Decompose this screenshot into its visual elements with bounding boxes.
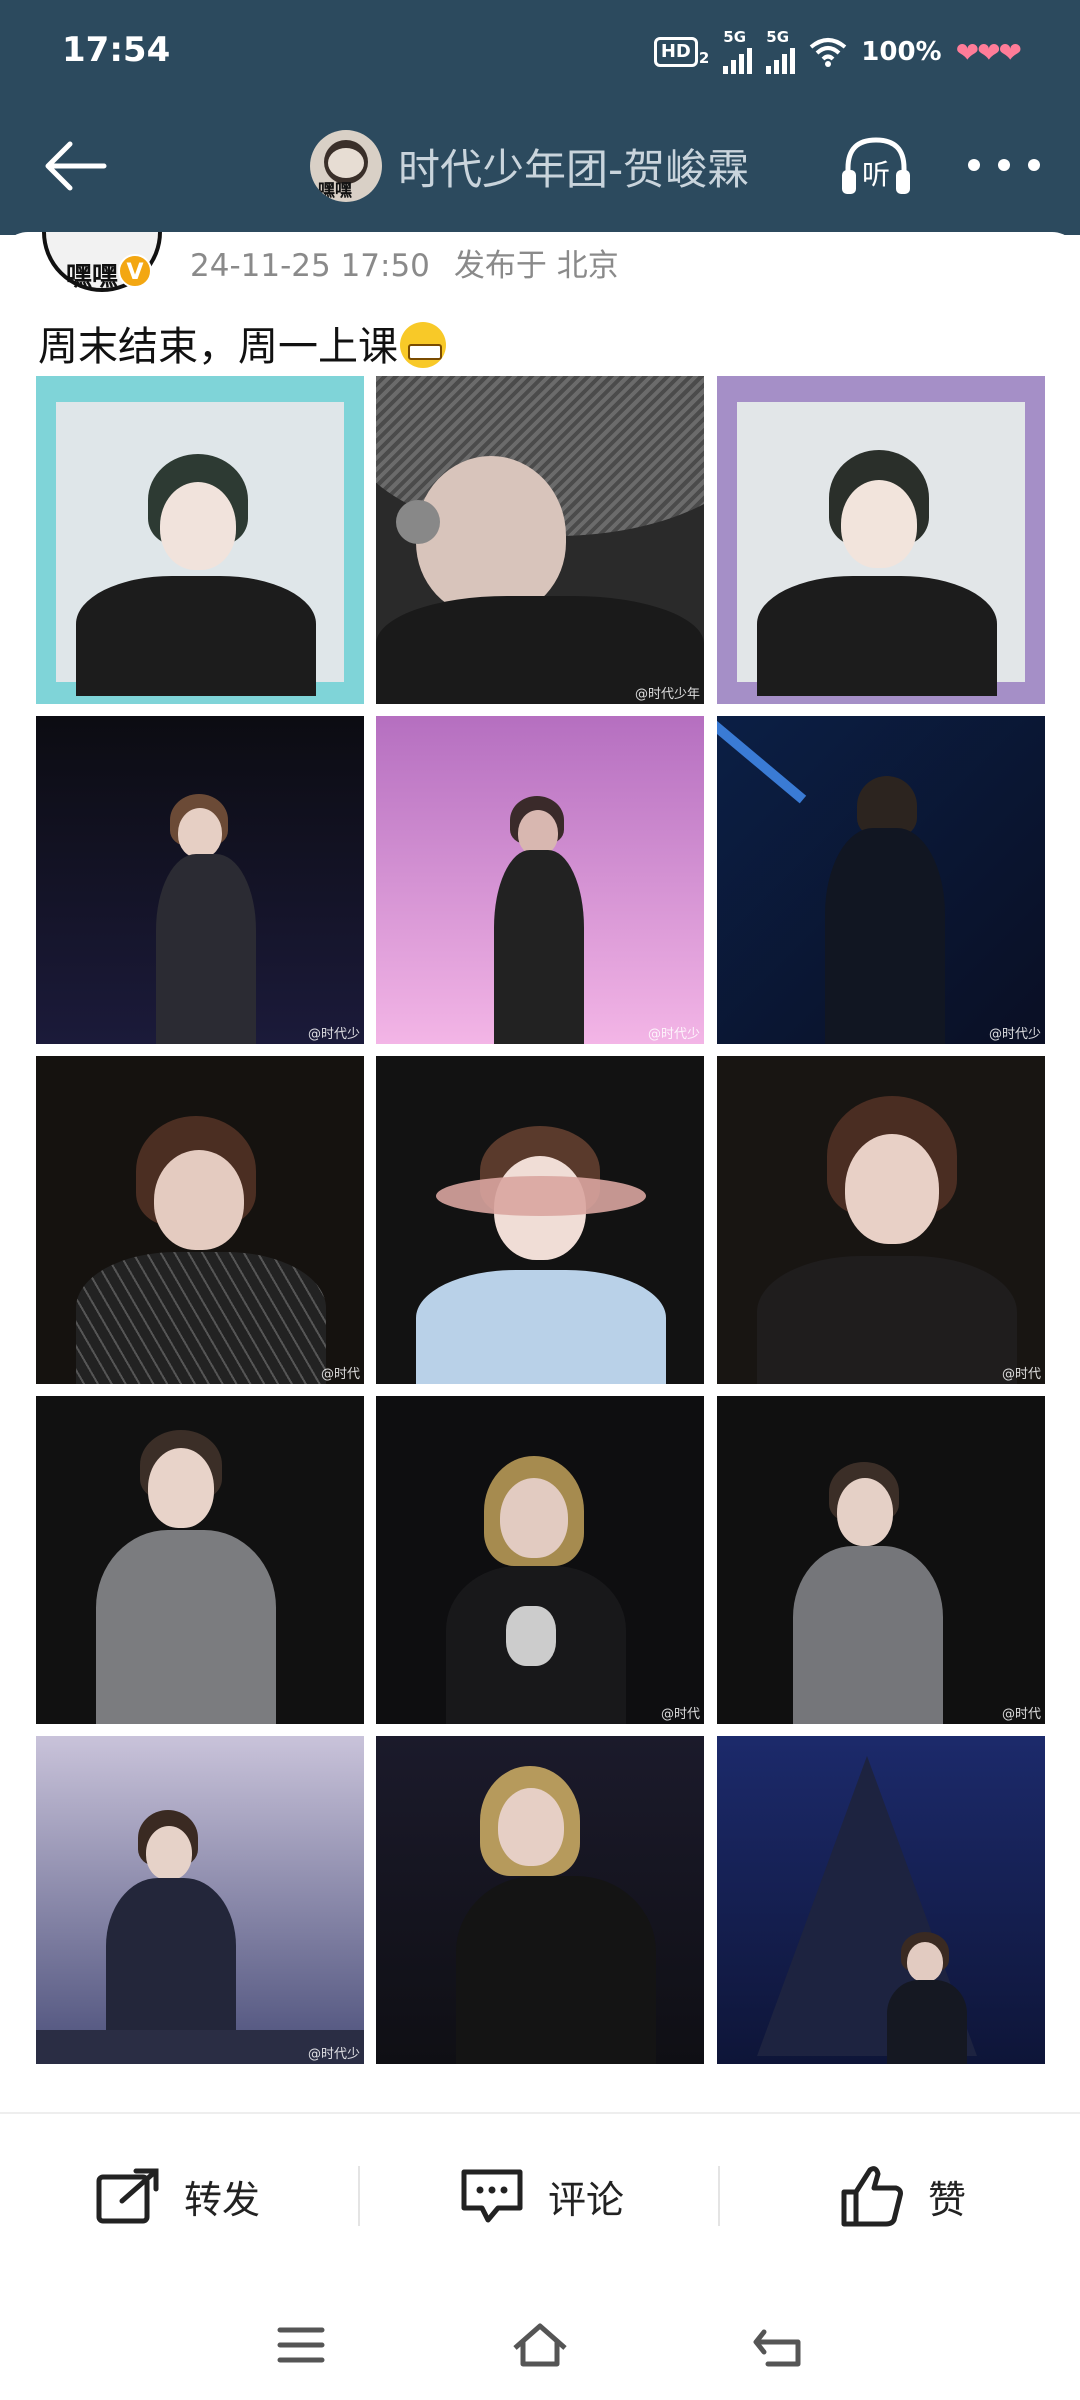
nav-bar: 嘿嘿 时代少年团-贺峻霖 听 [0, 110, 1080, 235]
post-card: 嘿嘿 V 24-11-25 17:50 发布于 北京 周末结束，周一上课 @时代少… [0, 232, 1080, 2400]
post-meta: 24-11-25 17:50 发布于 北京 [190, 240, 619, 285]
status-bar: 17:54 HD 2 5G 5G 100% ❤❤❤ [0, 0, 1080, 110]
nav-avatar[interactable]: 嘿嘿 [310, 130, 382, 202]
action-bar: 转发 评论 赞 [0, 2148, 1080, 2244]
grinning-face-emoji-icon [400, 322, 446, 368]
headphones-icon: 听 [842, 137, 910, 194]
more-button[interactable] [968, 145, 1040, 185]
battery-text: 100% [861, 37, 942, 67]
comment-icon [461, 2169, 523, 2223]
photo-sequin-jacket[interactable]: @时代 [36, 1056, 364, 1384]
signal-icon-1: 5G [723, 30, 753, 74]
photo-stage-dancing[interactable]: @时代少 [36, 716, 364, 1044]
photo-hat-microphone[interactable]: @时代少年 [376, 376, 704, 704]
photo-blue-back[interactable]: @时代少 [717, 716, 1045, 1044]
like-label: 赞 [928, 2177, 967, 2222]
photo-stage-pointing[interactable] [376, 1736, 704, 2064]
share-icon [96, 2168, 159, 2224]
action-divider [0, 2112, 1080, 2114]
back-system-button[interactable] [746, 2310, 816, 2380]
battery-hearts-icon: ❤❤❤ [955, 35, 1022, 69]
photo-polaroid-pink[interactable] [717, 376, 1045, 704]
post-location: 发布于 北京 [453, 248, 619, 284]
like-button[interactable]: 赞 [840, 2148, 966, 2244]
wifi-icon [809, 37, 847, 67]
top-bar: 17:54 HD 2 5G 5G 100% ❤❤❤ 嘿嘿 时代少年团-贺峻霖 听 [0, 0, 1080, 235]
photo-polaroid-teal[interactable] [36, 376, 364, 704]
photo-grey-sweater-2[interactable]: @时代 [717, 1396, 1045, 1724]
back-button[interactable] [40, 130, 112, 202]
status-icons: HD 2 5G 5G 100% ❤❤❤ [653, 30, 1022, 74]
hd-icon: HD 2 [653, 37, 709, 67]
photo-touching-face[interactable]: @时代 [717, 1056, 1045, 1384]
back-arrow-icon [45, 141, 107, 191]
nav-title: 时代少年团-贺峻霖 [398, 145, 750, 194]
signal-icon-2: 5G [766, 30, 796, 74]
system-nav-bar [0, 2300, 1080, 2400]
photo-costume-plush[interactable]: @时代 [376, 1396, 704, 1724]
menu-icon [277, 2327, 325, 2363]
comment-label: 评论 [548, 2177, 625, 2222]
status-time: 17:54 [62, 30, 171, 70]
post-body: 周末结束，周一上课 [38, 324, 398, 370]
photo-snow-tree[interactable] [717, 1736, 1045, 2064]
repost-button[interactable]: 转发 [96, 2148, 260, 2244]
post-timestamp: 24-11-25 17:50 [190, 248, 430, 284]
photo-pink-light[interactable]: @时代少 [376, 716, 704, 1044]
verified-badge-icon: V [118, 254, 152, 288]
photo-crystal-mask[interactable] [376, 1056, 704, 1384]
photo-grey-sweater[interactable] [36, 1396, 364, 1724]
return-icon [753, 2329, 801, 2367]
comment-button[interactable]: 评论 [458, 2148, 624, 2244]
repost-label: 转发 [184, 2177, 261, 2222]
home-icon [513, 2323, 567, 2367]
more-dots-icon [968, 159, 980, 171]
menu-button[interactable] [266, 2310, 336, 2380]
thumbs-up-icon [841, 2166, 903, 2227]
photo-sitting-suit[interactable]: @时代少 [36, 1736, 364, 2064]
post-text: 周末结束，周一上课 [38, 314, 446, 372]
home-button[interactable] [505, 2310, 575, 2380]
svg-text:听: 听 [862, 158, 890, 191]
listen-button[interactable]: 听 [838, 132, 914, 200]
